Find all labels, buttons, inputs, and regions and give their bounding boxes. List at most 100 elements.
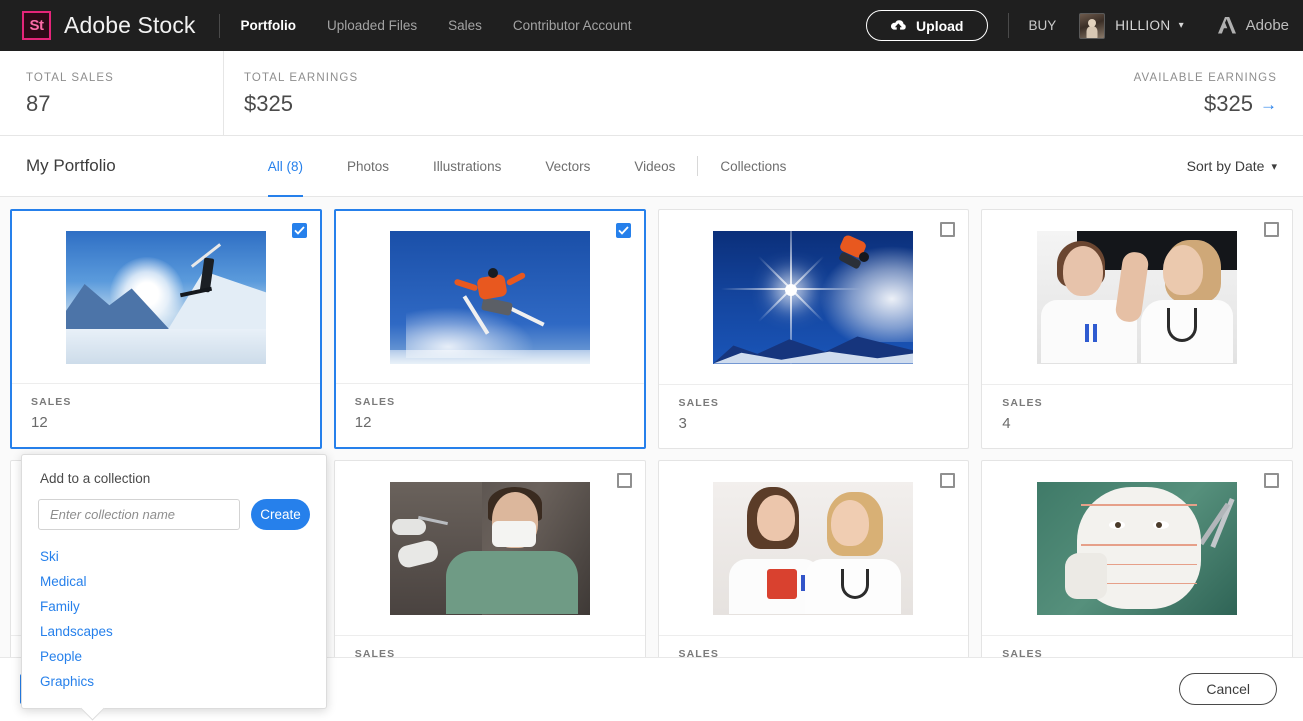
main-nav: Portfolio Uploaded Files Sales Contribut… xyxy=(241,18,632,33)
nav-item-uploaded-files[interactable]: Uploaded Files xyxy=(327,18,417,33)
asset-checkbox-checked[interactable] xyxy=(292,223,307,238)
asset-thumbnail-area xyxy=(982,461,1292,635)
header-divider-2 xyxy=(1008,13,1009,38)
tab-photos[interactable]: Photos xyxy=(347,136,389,196)
collection-item-family[interactable]: Family xyxy=(38,594,310,619)
filter-tabs: All (8) Photos Illustrations Vectors Vid… xyxy=(268,136,831,196)
header-divider xyxy=(219,14,220,38)
adobe-label: Adobe xyxy=(1246,17,1289,34)
tab-illustrations[interactable]: Illustrations xyxy=(433,136,501,196)
chevron-down-icon: ▾ xyxy=(1271,160,1277,173)
available-earnings-label: AVAILABLE EARNINGS xyxy=(1043,72,1277,84)
header-right-group: Upload BUY HILLION ▾ Adobe xyxy=(866,10,1289,41)
tab-divider xyxy=(697,156,698,176)
sales-value: 12 xyxy=(31,414,320,431)
top-header: St Adobe Stock Portfolio Uploaded Files … xyxy=(0,0,1303,51)
sales-label: SALES xyxy=(679,648,969,657)
asset-meta: SALES xyxy=(982,635,1292,657)
collection-item-ski[interactable]: Ski xyxy=(38,544,310,569)
stats-bar: TOTAL SALES 87 TOTAL EARNINGS $325 AVAIL… xyxy=(0,51,1303,136)
asset-card[interactable]: SALES 12 xyxy=(10,209,322,449)
asset-card[interactable]: SALES 12 xyxy=(334,209,646,449)
asset-checkbox[interactable] xyxy=(940,222,955,237)
stat-total-sales: TOTAL SALES 87 xyxy=(0,51,223,135)
sales-value: 4 xyxy=(1002,415,1292,432)
asset-checkbox[interactable] xyxy=(940,473,955,488)
asset-meta: SALES 12 xyxy=(336,383,644,447)
sort-by-label: Sort by Date xyxy=(1187,158,1265,174)
asset-checkbox[interactable] xyxy=(617,473,632,488)
arrow-right-icon: → xyxy=(1260,96,1277,113)
asset-checkbox[interactable] xyxy=(1264,222,1279,237)
asset-meta: SALES 3 xyxy=(659,384,969,448)
asset-meta: SALES 12 xyxy=(12,383,320,447)
tab-all[interactable]: All (8) xyxy=(268,136,303,196)
page-title: My Portfolio xyxy=(26,156,116,176)
asset-thumbnail xyxy=(390,231,590,364)
collection-item-graphics[interactable]: Graphics xyxy=(38,669,310,694)
tab-collections[interactable]: Collections xyxy=(720,136,786,196)
available-earnings-value: $325 xyxy=(1204,91,1253,117)
nav-item-contributor-account[interactable]: Contributor Account xyxy=(513,18,632,33)
asset-thumbnail xyxy=(66,231,266,364)
asset-thumbnail-area xyxy=(659,461,969,635)
asset-card[interactable]: SALES xyxy=(334,460,646,657)
asset-card[interactable]: SALES xyxy=(981,460,1293,657)
nav-item-portfolio[interactable]: Portfolio xyxy=(241,18,297,33)
sales-label: SALES xyxy=(31,396,320,408)
sales-label: SALES xyxy=(355,396,644,408)
collection-create-row: Create xyxy=(38,499,310,530)
buy-link[interactable]: BUY xyxy=(1029,18,1057,33)
asset-checkbox-checked[interactable] xyxy=(616,223,631,238)
collection-item-people[interactable]: People xyxy=(38,644,310,669)
asset-thumbnail-area xyxy=(12,211,320,383)
asset-thumbnail xyxy=(713,231,913,364)
user-menu-label[interactable]: HILLION xyxy=(1115,18,1170,33)
total-earnings-value: $325 xyxy=(244,91,503,117)
asset-thumbnail xyxy=(390,482,590,615)
cancel-button[interactable]: Cancel xyxy=(1179,673,1277,705)
nav-item-sales[interactable]: Sales xyxy=(448,18,482,33)
collection-item-landscapes[interactable]: Landscapes xyxy=(38,619,310,644)
asset-thumbnail xyxy=(713,482,913,615)
cloud-upload-icon xyxy=(890,19,907,32)
asset-thumbnail-area xyxy=(335,461,645,635)
asset-meta: SALES xyxy=(659,635,969,657)
sales-label: SALES xyxy=(1002,648,1292,657)
create-collection-button[interactable]: Create xyxy=(251,499,310,530)
asset-meta: SALES xyxy=(335,635,645,657)
collection-item-medical[interactable]: Medical xyxy=(38,569,310,594)
upload-button[interactable]: Upload xyxy=(866,10,987,41)
asset-card[interactable]: SALES 4 xyxy=(981,209,1293,449)
sales-label: SALES xyxy=(679,397,969,409)
total-earnings-label: TOTAL EARNINGS xyxy=(244,72,503,84)
asset-card[interactable]: SALES 3 xyxy=(658,209,970,449)
asset-meta: SALES 4 xyxy=(982,384,1292,448)
collection-name-input[interactable] xyxy=(38,499,240,530)
total-sales-value: 87 xyxy=(26,91,223,117)
portfolio-tab-row: My Portfolio All (8) Photos Illustration… xyxy=(0,136,1303,197)
popover-title: Add to a collection xyxy=(38,471,310,486)
sort-by-dropdown[interactable]: Sort by Date ▾ xyxy=(1187,158,1277,174)
adobe-stock-logo-icon: St xyxy=(22,11,51,40)
avatar[interactable] xyxy=(1079,13,1105,39)
stat-available-earnings: AVAILABLE EARNINGS $325 → xyxy=(1043,51,1303,135)
brand-block[interactable]: St Adobe Stock xyxy=(22,11,196,40)
tab-vectors[interactable]: Vectors xyxy=(545,136,590,196)
asset-card[interactable]: SALES xyxy=(658,460,970,657)
chevron-down-icon[interactable]: ▾ xyxy=(1179,20,1184,31)
asset-thumbnail xyxy=(1037,231,1237,364)
adobe-logo-icon xyxy=(1218,17,1237,34)
total-sales-label: TOTAL SALES xyxy=(26,72,223,84)
stat-total-earnings: TOTAL EARNINGS $325 xyxy=(223,51,503,135)
sales-label: SALES xyxy=(1002,397,1292,409)
brand-title: Adobe Stock xyxy=(64,12,196,39)
asset-thumbnail xyxy=(1037,482,1237,615)
sales-value: 3 xyxy=(679,415,969,432)
adobe-home-link[interactable]: Adobe xyxy=(1218,17,1289,34)
asset-thumbnail-area xyxy=(336,211,644,383)
available-earnings-link[interactable]: $325 → xyxy=(1204,91,1277,117)
asset-thumbnail-area xyxy=(659,210,969,384)
tab-videos[interactable]: Videos xyxy=(634,136,675,196)
asset-checkbox[interactable] xyxy=(1264,473,1279,488)
